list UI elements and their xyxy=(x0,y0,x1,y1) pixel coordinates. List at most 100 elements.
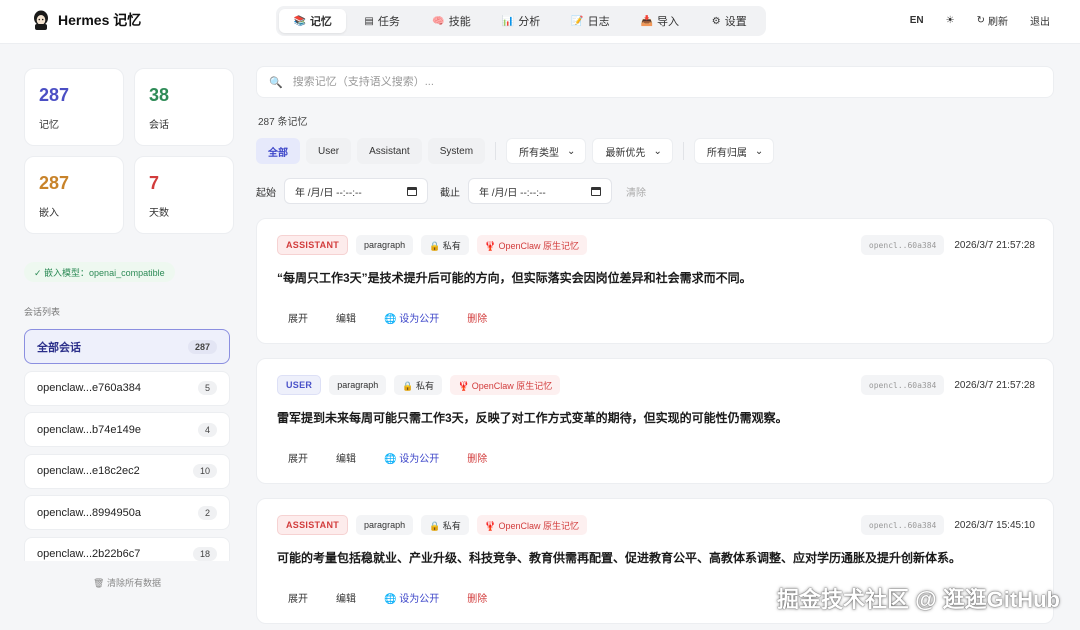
timestamp: 2026/3/7 21:57:28 xyxy=(954,239,1035,251)
stat-label: 天数 xyxy=(149,208,169,219)
role-badge: ASSISTANT xyxy=(277,515,349,535)
make-public-button[interactable]: 🌐 设为公开 xyxy=(373,307,450,328)
role-badge: ASSISTANT xyxy=(277,235,349,255)
stat-memories: 287 记忆 xyxy=(24,68,124,146)
tab-memory[interactable]: 📚 记忆 xyxy=(279,9,347,33)
embed-model-badge: ✓ 嵌入模型：openai_compatible xyxy=(24,262,175,282)
hermes-logo-icon xyxy=(34,10,48,30)
chevron-down-icon: ⌄ xyxy=(754,145,764,157)
chevron-down-icon: ⌄ xyxy=(653,145,662,157)
divider xyxy=(495,142,497,160)
filter-role-all[interactable]: 全部 xyxy=(256,138,300,164)
privacy-tag: 🔒 私有 xyxy=(394,375,442,395)
timestamp: 2026/3/7 21:57:28 xyxy=(954,379,1035,391)
session-item[interactable]: openclaw...e18c2ec2 10 xyxy=(24,453,230,489)
role-badge: USER xyxy=(277,375,322,395)
edit-button[interactable]: 编辑 xyxy=(325,447,367,468)
brand[interactable]: Hermes 记忆 xyxy=(32,10,141,30)
stat-value: 7 xyxy=(149,173,160,193)
type-select[interactable]: 所有类型 ⌄ xyxy=(506,138,587,164)
expand-button[interactable]: 展开 xyxy=(277,447,319,468)
session-count: 18 xyxy=(192,547,217,561)
stat-value: 38 xyxy=(149,85,170,105)
memory-content: 雷军提到未来每周可能只需工作3天，反映了对工作方式变革的期待，但实现的可能性仍需… xyxy=(277,411,788,425)
session-item-all[interactable]: 全部会话 287 xyxy=(24,329,230,364)
sort-select[interactable]: 最新优先 ⌄ xyxy=(592,138,673,164)
kind-tag: paragraph xyxy=(329,375,387,395)
watermark: 掘金技术社区 @ 逛逛GitHub xyxy=(777,587,1060,612)
theme-toggle[interactable]: ☀ xyxy=(946,15,955,26)
source-tag: 🦞 OpenClaw 原生记忆 xyxy=(449,375,561,395)
session-list-title: 会话列表 xyxy=(24,307,61,317)
language-toggle[interactable]: EN xyxy=(910,15,924,26)
timestamp: 2026/3/7 15:45:10 xyxy=(954,519,1035,531)
owner-select[interactable]: 所有归属 ⌄ xyxy=(693,138,775,164)
books-icon: 📚 xyxy=(293,15,306,27)
stat-embeddings: 287 嵌入 xyxy=(24,156,124,234)
stat-value: 287 xyxy=(39,85,70,105)
session-item[interactable]: openclaw...b74e149e 4 xyxy=(24,412,230,448)
session-count: 4 xyxy=(197,422,217,437)
calendar-icon xyxy=(407,186,417,196)
clear-all-data-button[interactable]: 🗑 清除所有数据 xyxy=(24,576,230,589)
session-item[interactable]: openclaw...e760a384 5 xyxy=(24,370,230,406)
make-public-button[interactable]: 🌐 设为公开 xyxy=(373,447,450,468)
top-bar: Hermes 记忆 📚 记忆 ▤ 任务 🧠 技能 📊 分析 📝 日志 📥 导入 ⚙ 设置 EN… xyxy=(0,0,1080,44)
filter-role-system[interactable]: System xyxy=(427,138,486,164)
tab-logs[interactable]: 📝 日志 xyxy=(557,9,624,33)
logout-button[interactable]: 退出 xyxy=(1030,13,1050,28)
session-id: opencl..60a384 xyxy=(860,375,945,395)
filter-role-user[interactable]: User xyxy=(306,138,352,164)
chart-icon: 📊 xyxy=(501,15,515,27)
filter-role-assistant[interactable]: Assistant xyxy=(357,138,422,164)
start-date-label: 起始 xyxy=(256,187,276,199)
clear-dates-button[interactable]: 清除 xyxy=(626,184,646,199)
session-list: 全部会话 287 openclaw...e760a384 5 openclaw...… xyxy=(24,329,230,561)
kind-tag: paragraph xyxy=(356,515,414,535)
stat-days: 7 天数 xyxy=(134,156,234,234)
sun-icon: ☀ xyxy=(945,15,955,26)
top-right-controls: EN ☀ ↻ 刷新 退出 xyxy=(888,13,1050,28)
tasks-icon: ▤ xyxy=(364,15,374,27)
end-date-input[interactable]: 年 /月/日 --:--:-- xyxy=(468,178,612,204)
tab-settings[interactable]: ⚙ 设置 xyxy=(696,9,763,33)
memory-card: USER paragraph 🔒 私有 🦞 OpenClaw 原生记忆 open… xyxy=(256,358,1054,484)
expand-button[interactable]: 展开 xyxy=(277,307,319,328)
start-date-input[interactable]: 年 /月/日 --:--:-- xyxy=(284,178,428,204)
stat-label: 记忆 xyxy=(39,120,59,131)
edit-button[interactable]: 编辑 xyxy=(325,587,367,608)
tab-analytics[interactable]: 📊 分析 xyxy=(487,9,554,33)
session-count: 10 xyxy=(192,464,217,479)
stat-label: 会话 xyxy=(149,120,169,131)
expand-button[interactable]: 展开 xyxy=(277,587,319,608)
chevron-down-icon: ⌄ xyxy=(567,145,576,157)
import-icon: 📥 xyxy=(640,15,654,27)
tab-skills[interactable]: 🧠 技能 xyxy=(418,9,485,33)
stat-value: 287 xyxy=(39,173,70,193)
search-icon: 🔍 xyxy=(269,76,283,89)
session-count: 2 xyxy=(197,505,217,520)
tab-tasks[interactable]: ▤ 任务 xyxy=(348,9,415,33)
session-item[interactable]: openclaw...2b22b6c7 18 xyxy=(24,536,230,561)
edit-button[interactable]: 编辑 xyxy=(325,307,367,328)
filter-bar: 全部 User Assistant System 所有类型 ⌄ 最新优先 ⌄ 所有归… xyxy=(256,138,775,164)
source-tag: 🦞 OpenClaw 原生记忆 xyxy=(476,235,588,255)
stat-sessions: 38 会话 xyxy=(134,68,234,146)
session-count: 5 xyxy=(197,381,217,396)
memo-icon: 📝 xyxy=(571,15,584,27)
delete-button[interactable]: 删除 xyxy=(456,307,498,328)
search-bar: 🔍 xyxy=(256,66,1054,98)
make-public-button[interactable]: 🌐 设为公开 xyxy=(373,587,450,608)
refresh-button[interactable]: ↻ 刷新 xyxy=(977,13,1008,28)
delete-button[interactable]: 删除 xyxy=(456,447,498,468)
session-item[interactable]: openclaw...8994950a 2 xyxy=(24,495,230,531)
stat-label: 嵌入 xyxy=(39,208,59,219)
refresh-icon: ↻ xyxy=(976,15,985,26)
date-filter-row: 起始 年 /月/日 --:--:-- 截止 年 /月/日 --:--:-- 清除 xyxy=(256,178,646,204)
delete-button[interactable]: 删除 xyxy=(456,587,498,608)
search-input[interactable] xyxy=(292,76,993,88)
tab-import[interactable]: 📥 导入 xyxy=(626,9,693,33)
brain-icon: 🧠 xyxy=(432,15,445,27)
gear-icon: ⚙ xyxy=(711,15,721,27)
privacy-tag: 🔒 私有 xyxy=(421,235,469,255)
